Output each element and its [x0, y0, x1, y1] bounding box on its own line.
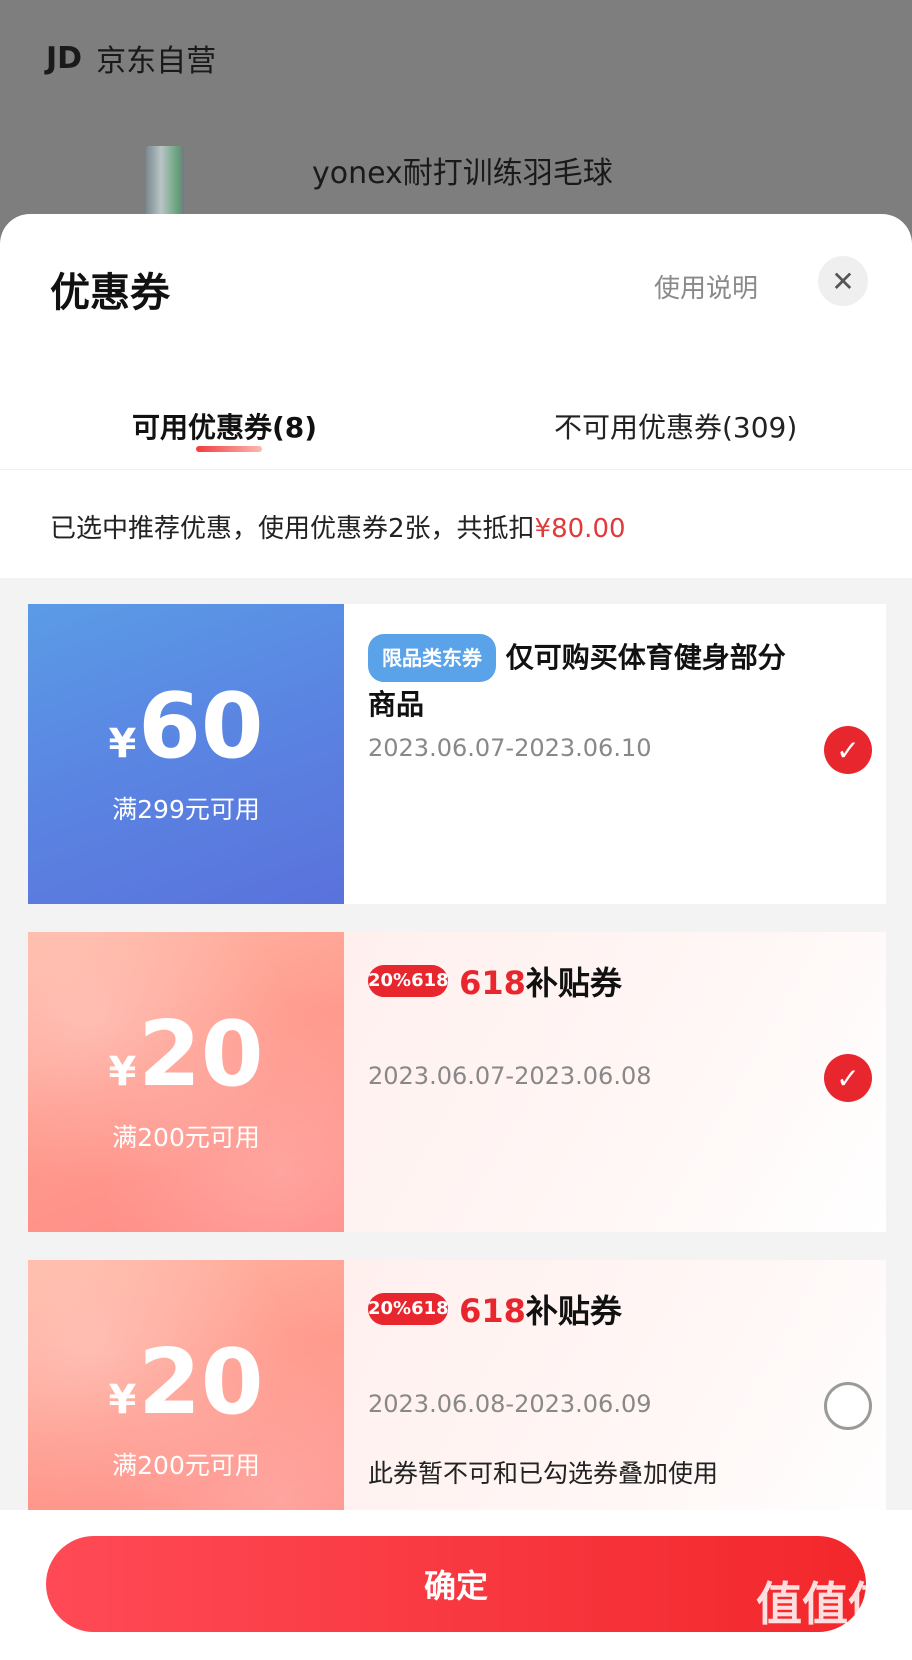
coupon-title: 618补贴券 — [459, 1286, 622, 1332]
coupon-checkbox[interactable]: ✓ — [824, 726, 872, 774]
summary-text: 已选中推荐优惠，使用优惠券2张，共抵扣 — [50, 514, 535, 544]
tab-unavailable[interactable]: 不可用优惠券(309) — [554, 406, 797, 446]
confirm-button[interactable]: 确定 — [46, 1536, 866, 1632]
tab-underline — [196, 446, 262, 452]
check-icon: ✓ — [836, 733, 860, 767]
coupon-checkbox[interactable]: ✓ — [824, 1054, 872, 1102]
usage-instructions-link[interactable]: 使用说明 — [654, 268, 758, 305]
coupon-title-prefix: 618 — [459, 1292, 526, 1330]
coupon-price: ¥ 20 — [108, 1010, 263, 1100]
coupon-checkbox[interactable] — [824, 1382, 872, 1430]
coupon-amount: 60 — [138, 674, 264, 779]
shop-name: 京东自营 — [96, 44, 217, 79]
coupon-price: ¥ 20 — [108, 1338, 263, 1428]
coupon-condition: 满299元可用 — [112, 795, 260, 824]
coupon-date: 2023.06.07-2023.06.08 — [368, 1062, 652, 1090]
yen-symbol: ¥ — [108, 1377, 137, 1423]
selection-summary: 已选中推荐优惠，使用优惠券2张，共抵扣¥80.00 — [50, 508, 626, 545]
watermark: 值值值 — [756, 1577, 894, 1631]
coupon-value-panel: ¥ 60 满299元可用 — [22, 604, 344, 904]
coupon-tabs: 可用优惠券(8) 不可用优惠券(309) — [0, 370, 912, 470]
coupon-title: 618补贴券 — [459, 958, 622, 1004]
product-image — [146, 146, 184, 216]
coupon-sheet: 优惠券 使用说明 ✕ 可用优惠券(8) 不可用优惠券(309) 已选中推荐优惠，… — [0, 214, 912, 1660]
coupon-card[interactable]: ¥ 60 满299元可用 限品类东券 仅可购买体育健身部分商品 2023.06.… — [22, 604, 886, 904]
sheet-title: 优惠券 — [50, 270, 170, 316]
coupon-card[interactable]: ¥ 20 满200元可用 20%618 618补贴券 2023.06.07-20… — [22, 932, 886, 1232]
coupon-condition: 满200元可用 — [112, 1123, 260, 1152]
coupon-date: 2023.06.07-2023.06.10 — [368, 734, 652, 762]
618-badge: 20%618 — [368, 1293, 449, 1325]
shop-header: JD 京东自营 — [46, 36, 216, 80]
yen-symbol: ¥ — [108, 721, 137, 767]
coupon-amount: 20 — [138, 1002, 264, 1107]
watermark-url: zhizhizhi.com — [756, 1634, 865, 1653]
check-icon: ✓ — [836, 1061, 860, 1095]
coupon-info: 20%618 618补贴券 2023.06.07-2023.06.08 ✓ — [344, 932, 886, 1232]
coupon-value-panel: ¥ 20 满200元可用 — [22, 932, 344, 1232]
category-tag: 限品类东券 — [368, 634, 496, 682]
coupon-title-prefix: 618 — [459, 964, 526, 1002]
coupon-title-suffix: 补贴券 — [525, 1292, 622, 1330]
background-page: JD 京东自营 yonex耐打训练羽毛球 — [0, 0, 912, 240]
coupon-amount: 20 — [138, 1330, 264, 1435]
coupon-note: 此券暂不可和已勾选券叠加使用 — [368, 1459, 719, 1488]
yen-symbol: ¥ — [108, 1049, 137, 1095]
coupon-title-line: 20%618 618补贴券 — [368, 958, 622, 1004]
coupon-condition: 满200元可用 — [112, 1451, 260, 1480]
product-title: yonex耐打训练羽毛球 — [312, 156, 613, 191]
coupon-title-suffix: 补贴券 — [525, 964, 622, 1002]
tab-available[interactable]: 可用优惠券(8) — [132, 406, 317, 446]
summary-amount: ¥80.00 — [534, 514, 626, 544]
close-button[interactable]: ✕ — [818, 256, 868, 306]
coupon-title-line: 20%618 618补贴券 — [368, 1286, 622, 1332]
coupon-date: 2023.06.08-2023.06.09 — [368, 1390, 652, 1418]
jd-logo: JD — [46, 40, 83, 76]
coupon-title-line: 限品类东券 仅可购买体育健身部分商品 — [368, 634, 798, 727]
close-icon: ✕ — [831, 264, 855, 298]
618-badge: 20%618 — [368, 965, 449, 997]
coupon-info: 限品类东券 仅可购买体育健身部分商品 2023.06.07-2023.06.10… — [344, 604, 886, 904]
coupon-price: ¥ 60 — [108, 682, 263, 772]
